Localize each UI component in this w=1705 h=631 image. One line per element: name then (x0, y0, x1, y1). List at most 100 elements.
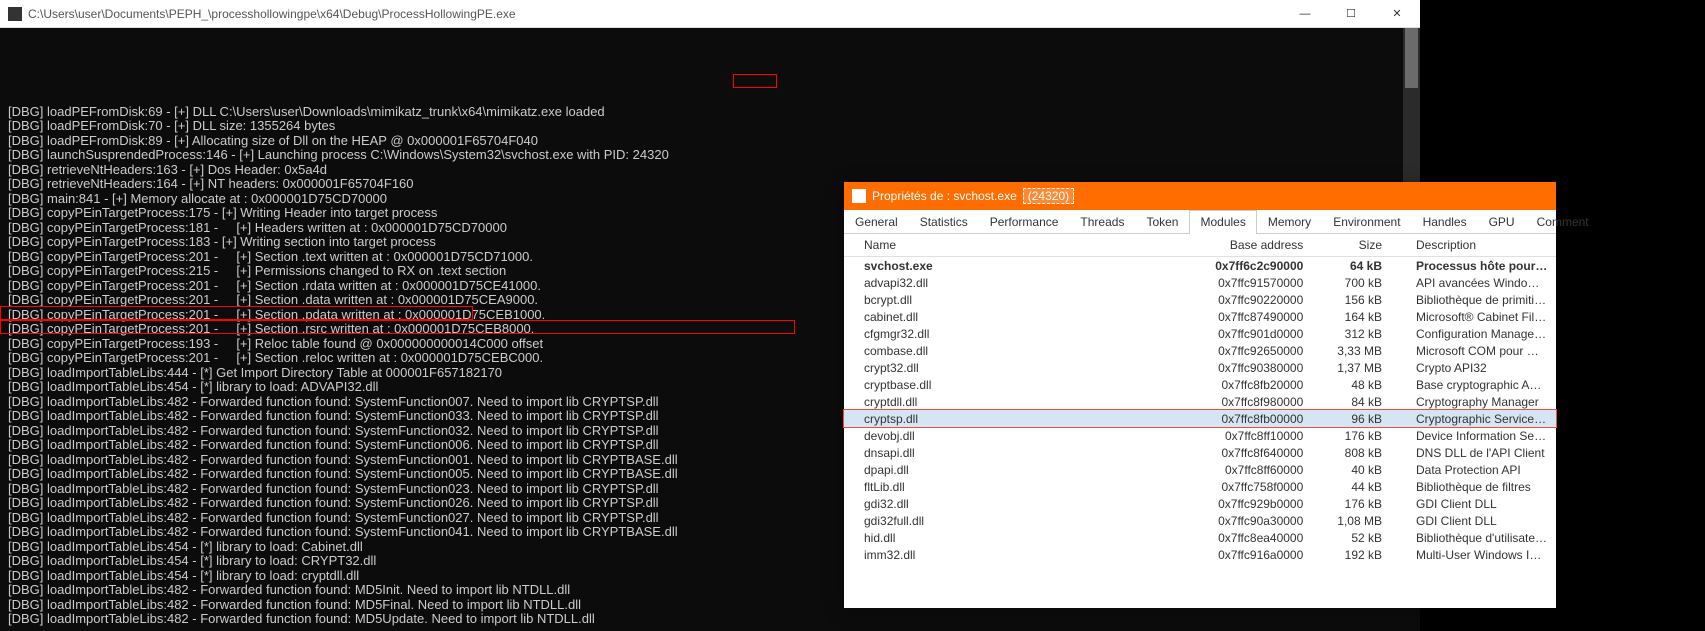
tab-token[interactable]: Token (1135, 210, 1189, 233)
cell-name: bcrypt.dll (844, 291, 1195, 308)
cell-name: cabinet.dll (844, 308, 1195, 325)
cell-base: 0x7ffc8fb20000 (1195, 376, 1317, 393)
cell-name: imm32.dll (844, 546, 1195, 563)
cell-name: devobj.dll (844, 427, 1195, 444)
col-header-base[interactable]: Base address (1195, 234, 1317, 257)
cell-base: 0x7ffc929b0000 (1195, 495, 1317, 512)
cell-base: 0x7ffc91570000 (1195, 274, 1317, 291)
table-row[interactable]: cabinet.dll0x7ffc87490000164 kBMicrosoft… (844, 308, 1556, 325)
cell-desc: Base cryptographic API DLL (1396, 376, 1556, 393)
table-header-row: Name Base address Size Description (844, 234, 1556, 257)
cell-base: 0x7ffc90380000 (1195, 359, 1317, 376)
cell-size: 64 kB (1317, 257, 1396, 275)
cell-size: 164 kB (1317, 308, 1396, 325)
console-line: [DBG] loadPEFromDisk:89 - [+] Allocating… (8, 134, 1412, 149)
cell-name: svchost.exe (844, 257, 1195, 275)
cell-size: 808 kB (1317, 444, 1396, 461)
properties-icon (852, 189, 866, 203)
table-row[interactable]: bcrypt.dll0x7ffc90220000156 kBBibliothèq… (844, 291, 1556, 308)
properties-pid: (24320) (1023, 188, 1074, 204)
table-row[interactable]: crypt32.dll0x7ffc903800001,37 MBCrypto A… (844, 359, 1556, 376)
cell-size: 312 kB (1317, 325, 1396, 342)
tab-general[interactable]: General (844, 210, 909, 233)
cell-base: 0x7ffc8ff10000 (1195, 427, 1317, 444)
cell-size: 84 kB (1317, 393, 1396, 410)
table-row[interactable]: hid.dll0x7ffc8ea4000052 kBBibliothèque d… (844, 529, 1556, 546)
cell-name: dnsapi.dll (844, 444, 1195, 461)
table-row[interactable]: cfgmgr32.dll0x7ffc901d0000312 kBConfigur… (844, 325, 1556, 342)
console-line: [DBG] loadPEFromDisk:70 - [+] DLL size: … (8, 119, 1412, 134)
table-row[interactable]: gdi32full.dll0x7ffc90a300001,08 MBGDI Cl… (844, 512, 1556, 529)
cell-desc: Configuration Manager DLL (1396, 325, 1556, 342)
cell-size: 1,08 MB (1317, 512, 1396, 529)
table-row[interactable]: gdi32.dll0x7ffc929b0000176 kBGDI Client … (844, 495, 1556, 512)
cell-base: 0x7ffc8f980000 (1195, 393, 1317, 410)
cell-base: 0x7ffc90a30000 (1195, 512, 1317, 529)
tab-comment[interactable]: Comment (1526, 210, 1600, 233)
app-icon (8, 7, 22, 21)
cell-size: 192 kB (1317, 546, 1396, 563)
cell-desc: Microsoft COM pour Windows (1396, 342, 1556, 359)
cell-desc: Data Protection API (1396, 461, 1556, 478)
properties-tabs: GeneralStatisticsPerformanceThreadsToken… (844, 210, 1556, 234)
col-header-size[interactable]: Size (1317, 234, 1396, 257)
table-row[interactable]: devobj.dll0x7ffc8ff10000176 kBDevice Inf… (844, 427, 1556, 444)
properties-title: Propriétés de : svchost.exe (872, 189, 1017, 203)
cell-size: 48 kB (1317, 376, 1396, 393)
table-row[interactable]: svchost.exe0x7ff6c2c9000064 kBProcessus … (844, 257, 1556, 275)
table-row[interactable]: cryptbase.dll0x7ffc8fb2000048 kBBase cry… (844, 376, 1556, 393)
console-line: [DBG] retrieveNtHeaders:163 - [+] Dos He… (8, 163, 1412, 178)
console-title-bar: C:\Users\user\Documents\PEPH_\processhol… (0, 0, 1420, 28)
cell-name: gdi32full.dll (844, 512, 1195, 529)
cell-size: 40 kB (1317, 461, 1396, 478)
cell-base: 0x7ffc92650000 (1195, 342, 1317, 359)
cell-name: combase.dll (844, 342, 1195, 359)
cell-desc: Multi-User Windows IMM32 ... (1396, 546, 1556, 563)
scroll-thumb[interactable] (1405, 28, 1418, 88)
console-title: C:\Users\user\Documents\PEPH_\processhol… (28, 7, 516, 21)
tab-threads[interactable]: Threads (1069, 210, 1135, 233)
tab-handles[interactable]: Handles (1412, 210, 1478, 233)
cell-desc: GDI Client DLL (1396, 512, 1556, 529)
cell-desc: Crypto API32 (1396, 359, 1556, 376)
table-row[interactable]: advapi32.dll0x7ffc91570000700 kBAPI avan… (844, 274, 1556, 291)
table-row[interactable]: cryptdll.dll0x7ffc8f98000084 kBCryptogra… (844, 393, 1556, 410)
cell-name: advapi32.dll (844, 274, 1195, 291)
modules-table: Name Base address Size Description svcho… (844, 234, 1556, 563)
tab-statistics[interactable]: Statistics (909, 210, 979, 233)
cell-base: 0x7ffc8ea40000 (1195, 529, 1317, 546)
minimize-button[interactable]: — (1282, 0, 1328, 28)
cell-name: fltLib.dll (844, 478, 1195, 495)
cell-name: dpapi.dll (844, 461, 1195, 478)
tab-performance[interactable]: Performance (979, 210, 1070, 233)
cell-name: cryptdll.dll (844, 393, 1195, 410)
col-header-name[interactable]: Name (844, 234, 1195, 257)
cell-desc: DNS DLL de l'API Client (1396, 444, 1556, 461)
close-button[interactable]: ✕ (1374, 0, 1420, 28)
window-controls: — ☐ ✕ (1282, 0, 1420, 28)
cell-desc: Bibliothèque d'utilisateur IHM (1396, 529, 1556, 546)
col-header-desc[interactable]: Description (1396, 234, 1556, 257)
table-row[interactable]: cryptsp.dll0x7ffc8fb0000096 kBCryptograp… (844, 410, 1556, 427)
tab-environment[interactable]: Environment (1322, 210, 1411, 233)
console-line: [DBG] loadImportTableLibs:482 - Forwarde… (8, 612, 1412, 627)
table-row[interactable]: dnsapi.dll0x7ffc8f640000808 kBDNS DLL de… (844, 444, 1556, 461)
cell-name: cfgmgr32.dll (844, 325, 1195, 342)
cell-size: 700 kB (1317, 274, 1396, 291)
table-row[interactable]: fltLib.dll0x7ffc758f000044 kBBibliothèqu… (844, 478, 1556, 495)
cell-name: crypt32.dll (844, 359, 1195, 376)
table-row[interactable]: imm32.dll0x7ffc916a0000192 kBMulti-User … (844, 546, 1556, 563)
cell-size: 1,37 MB (1317, 359, 1396, 376)
table-row[interactable]: combase.dll0x7ffc926500003,33 MBMicrosof… (844, 342, 1556, 359)
table-row[interactable]: dpapi.dll0x7ffc8ff6000040 kBData Protect… (844, 461, 1556, 478)
tab-memory[interactable]: Memory (1257, 210, 1322, 233)
cell-base: 0x7ffc8f640000 (1195, 444, 1317, 461)
maximize-button[interactable]: ☐ (1328, 0, 1374, 28)
cell-desc: API avancées Windows 32 (1396, 274, 1556, 291)
tab-gpu[interactable]: GPU (1478, 210, 1526, 233)
tab-modules[interactable]: Modules (1189, 210, 1256, 234)
cell-size: 176 kB (1317, 427, 1396, 444)
cell-size: 3,33 MB (1317, 342, 1396, 359)
cell-desc: Device Information Set DLL (1396, 427, 1556, 444)
cell-base: 0x7ffc87490000 (1195, 308, 1317, 325)
